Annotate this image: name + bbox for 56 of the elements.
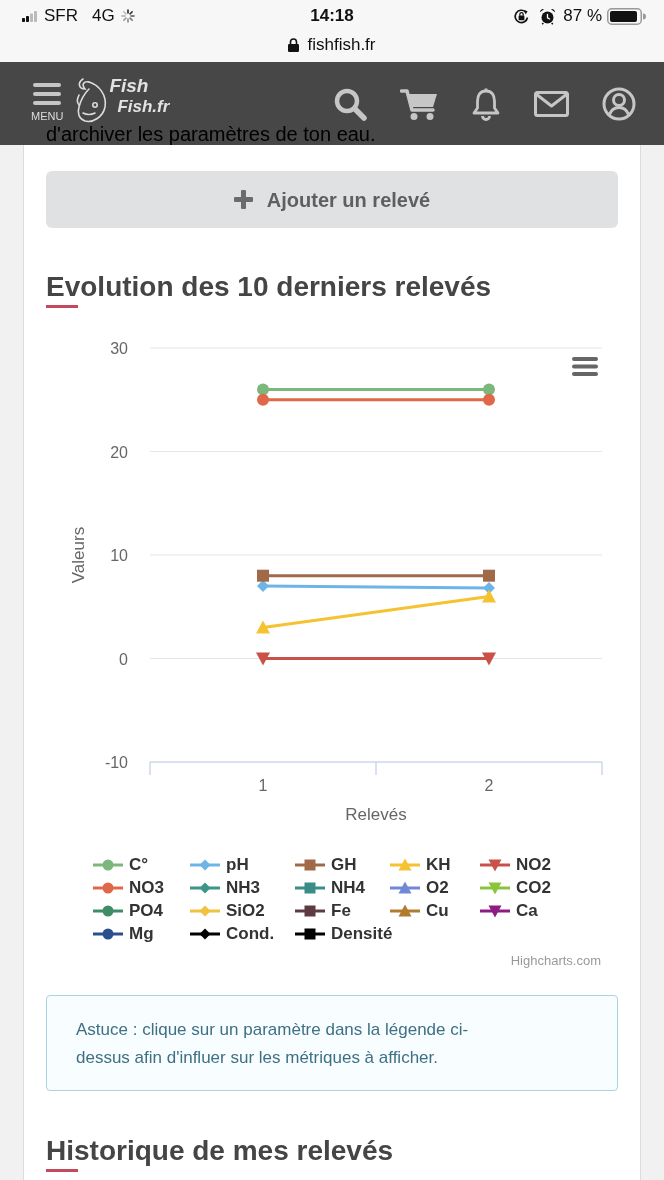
legend-item[interactable]: KH [390, 853, 451, 876]
legend-item[interactable]: Mg [93, 922, 154, 945]
y-axis-title: Valeurs [69, 526, 88, 584]
y-axis-tick-label: 30 [110, 340, 128, 357]
legend-item[interactable]: GH [295, 853, 357, 876]
shopping-cart-icon[interactable] [400, 87, 438, 121]
battery-icon [607, 7, 646, 25]
logo-text[interactable]: Fish [109, 75, 170, 97]
rotation-lock-icon [513, 7, 531, 25]
legend-item[interactable]: pH [190, 853, 249, 876]
x-axis-title: Relevés [345, 805, 407, 824]
battery-percentage: 87 % [563, 5, 602, 28]
section-title: Evolution des 10 derniers relevés [46, 270, 492, 304]
loading-spinner-icon [120, 9, 135, 23]
legend-item[interactable]: NH3 [190, 876, 260, 899]
search-icon[interactable] [334, 87, 367, 121]
menu-icon [33, 83, 62, 105]
network-type: 4G [92, 5, 115, 28]
legend-item[interactable]: NH4 [295, 876, 365, 899]
alarm-clock-icon [539, 7, 557, 25]
address-bar-url[interactable]: fishfish.fr [307, 35, 376, 55]
clock-time: 14:18 [310, 5, 354, 28]
title-underline [46, 305, 78, 308]
legend-item[interactable]: PO4 [93, 899, 164, 922]
y-axis-tick-label: 10 [110, 547, 128, 564]
plus-icon [233, 190, 253, 209]
carrier-name: SFR [44, 5, 78, 28]
padlock-icon [288, 38, 300, 52]
intro-text: d'archiver les paramètres de ton eau. [46, 124, 376, 144]
legend-item[interactable]: NO2 [480, 853, 551, 876]
add-reading-button[interactable]: Ajouter un relevé [46, 171, 618, 228]
logo-text[interactable]: Fish.fr [117, 97, 170, 117]
legend-item[interactable]: SiO2 [190, 899, 265, 922]
x-axis-tick-label: 2 [484, 777, 494, 794]
x-axis-tick-label: 1 [258, 777, 268, 794]
legend-item[interactable]: Ca [480, 899, 538, 922]
y-axis-tick-label: 0 [119, 650, 128, 668]
legend-item[interactable]: Cond. [190, 922, 275, 945]
chart-menu-icon[interactable] [572, 357, 598, 376]
menu-button[interactable]: MENU [31, 83, 64, 122]
tip-text: Astuce : clique sur un paramètre dans la légende ci-dessus afin d'influer sur les métriques à afficher. [76, 1019, 470, 1069]
legend-item[interactable]: NO3 [93, 876, 164, 899]
section-title: Historique de mes relevés [46, 1134, 394, 1168]
y-axis-tick-label: 20 [110, 443, 128, 461]
signal-icon [22, 10, 37, 22]
legend-item[interactable]: CO2 [480, 876, 551, 899]
mail-icon[interactable] [534, 91, 569, 117]
legend-item[interactable]: Densité [295, 922, 393, 945]
title-underline [46, 1169, 78, 1172]
legend-item[interactable]: C° [93, 853, 149, 876]
user-account-icon[interactable] [602, 87, 636, 121]
bell-icon[interactable] [471, 87, 501, 121]
legend-item[interactable]: O2 [390, 876, 449, 899]
legend-item[interactable]: Fe [295, 899, 351, 922]
legend-item[interactable]: Cu [390, 899, 449, 922]
y-axis-tick-label: -10 [104, 754, 128, 771]
